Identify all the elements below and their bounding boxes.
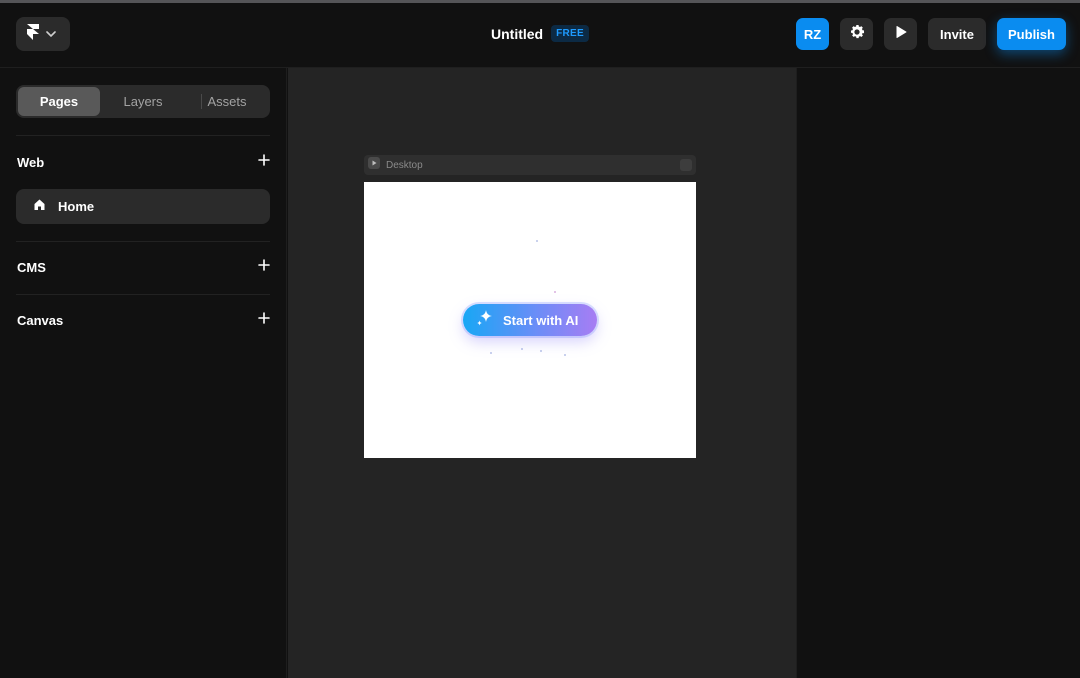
project-title-group: Untitled FREE xyxy=(0,25,1080,42)
sparkle-dot xyxy=(540,350,542,352)
gear-icon xyxy=(848,23,866,46)
tab-assets[interactable]: Assets xyxy=(186,87,268,116)
sparkles-icon xyxy=(475,308,495,333)
settings-button[interactable] xyxy=(840,18,873,50)
play-icon xyxy=(894,25,908,44)
section-cms-label: CMS xyxy=(17,259,46,275)
add-canvas-icon[interactable] xyxy=(258,311,270,329)
divider xyxy=(16,135,270,136)
frame-label: Desktop xyxy=(386,159,423,171)
section-web: Web xyxy=(17,152,270,172)
section-canvas: Canvas xyxy=(17,310,270,330)
right-properties-panel xyxy=(796,68,1080,678)
start-with-ai-button[interactable]: Start with AI xyxy=(463,304,597,336)
add-page-icon[interactable] xyxy=(258,153,270,171)
home-icon xyxy=(33,198,46,216)
publish-button[interactable]: Publish xyxy=(997,18,1066,50)
tab-pages[interactable]: Pages xyxy=(18,87,100,116)
section-canvas-label: Canvas xyxy=(17,312,64,328)
section-cms: CMS xyxy=(17,257,270,277)
sparkle-dot xyxy=(564,354,566,356)
tab-layers[interactable]: Layers xyxy=(102,87,184,116)
play-frame-icon[interactable] xyxy=(368,156,380,174)
project-title[interactable]: Untitled xyxy=(491,26,543,42)
start-with-ai-label: Start with AI xyxy=(503,312,579,328)
divider xyxy=(16,241,270,242)
add-collection-icon[interactable] xyxy=(258,258,270,276)
sparkle-dot xyxy=(536,240,538,242)
sparkle-dot xyxy=(490,352,492,354)
sparkle-dot xyxy=(554,291,556,293)
divider xyxy=(16,294,270,295)
preview-button[interactable] xyxy=(884,18,917,50)
top-toolbar: Untitled FREE RZ Invite Publish xyxy=(0,3,1080,68)
sidebar-tab-switcher: Pages Layers Assets xyxy=(16,85,270,118)
user-avatar[interactable]: RZ xyxy=(796,18,829,50)
frame-title-bar[interactable]: Desktop xyxy=(364,155,696,175)
section-web-label: Web xyxy=(17,154,45,170)
add-breakpoint-icon[interactable] xyxy=(680,159,692,171)
plan-badge[interactable]: FREE xyxy=(551,25,589,42)
invite-button[interactable]: Invite xyxy=(928,18,986,50)
page-item-home[interactable]: Home xyxy=(16,189,270,224)
sparkle-dot xyxy=(521,348,523,350)
design-canvas[interactable]: Desktop Start with AI xyxy=(288,68,796,678)
page-item-label: Home xyxy=(58,199,95,214)
desktop-frame[interactable]: Start with AI xyxy=(364,182,696,458)
left-sidebar: Pages Layers Assets Web Home CMS Canvas xyxy=(0,68,287,678)
